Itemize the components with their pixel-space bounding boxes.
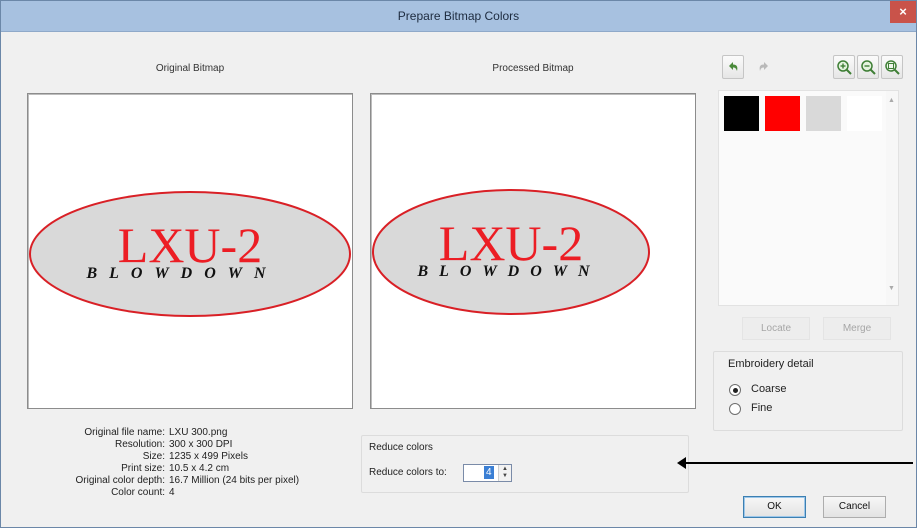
zoom-fit-button[interactable] [881,55,903,79]
info-row: Original color depth: 16.7 Million (24 bi… [23,475,343,487]
spin-up-icon[interactable]: ▲ [502,466,508,472]
redo-icon [759,62,768,71]
color-palette[interactable]: ▲ ▼ [718,90,899,306]
original-bitmap-label: Original Bitmap [155,63,225,74]
zoom-fit-icon [885,60,900,75]
processed-bitmap-label: Processed Bitmap [492,63,574,74]
info-row: Resolution: 300 x 300 DPI [23,439,343,451]
processed-bitmap-pane[interactable]: LXU-2 BLOWDOWN [370,93,696,409]
scroll-down-icon[interactable]: ▼ [888,285,895,292]
dialog-title: Prepare Bitmap Colors [397,9,520,23]
fine-radio-button[interactable] [729,403,741,415]
info-key: Color count: [111,487,165,498]
cancel-button[interactable]: Cancel [823,496,886,518]
info-value: 1235 x 499 Pixels [169,451,248,462]
info-row: Size: 1235 x 499 Pixels [23,451,343,463]
coarse-radio-label[interactable]: Coarse [751,383,786,395]
dialog-window: Prepare Bitmap Colors × Original Bitmap … [0,0,917,528]
spinner-buttons[interactable]: ▲ ▼ [498,465,511,481]
palette-scrollbar[interactable]: ▲ ▼ [886,91,898,305]
reduce-colors-title: Reduce colors [369,442,433,453]
coarse-radio-button[interactable] [729,384,741,396]
info-row: Print size: 10.5 x 4.2 cm [23,463,343,475]
info-key: Original color depth: [75,475,166,486]
zoom-in-icon [837,60,852,75]
info-value: 16.7 Million (24 bits per pixel) [169,475,300,486]
info-value: 10.5 x 4.2 cm [169,463,230,474]
redo-button[interactable] [753,55,775,79]
close-icon: × [899,4,907,19]
color-swatch-black[interactable] [724,96,759,131]
reduce-colors-value[interactable]: 4 [484,466,494,479]
title-bar[interactable]: Prepare Bitmap Colors × [1,1,916,32]
undo-button[interactable] [722,55,744,79]
annotation-arrow-head-icon [677,457,686,469]
info-key: Original file name: [84,427,165,438]
annotation-arrow-line [682,462,913,464]
undo-icon [729,62,738,71]
file-info: Original file name: LXU 300.png Resolutio… [23,427,343,499]
zoom-in-button[interactable] [833,55,855,79]
info-value: 300 x 300 DPI [169,439,233,450]
color-swatch-white[interactable] [847,96,882,131]
embroidery-detail-title: Embroidery detail [728,358,814,370]
color-swatch-gray[interactable] [806,96,841,131]
scroll-up-icon[interactable]: ▲ [888,97,895,104]
radio-selected-dot [732,387,738,393]
logo-sub-text: BLOWDOWN [416,263,600,280]
fine-radio-label[interactable]: Fine [751,402,772,414]
spin-down-icon[interactable]: ▼ [502,473,508,479]
reduce-colors-label: Reduce colors to: [369,467,447,478]
color-swatch-red[interactable] [765,96,800,131]
logo-sub-text: BLOWDOWN [85,265,277,282]
zoom-out-icon [861,60,876,75]
original-bitmap-image: LXU-2 BLOWDOWN [29,191,351,317]
info-key: Print size: [121,463,165,474]
reduce-colors-spinner[interactable]: 4 ▲ ▼ [463,464,512,482]
zoom-out-button[interactable] [857,55,879,79]
processed-bitmap-image: LXU-2 BLOWDOWN [372,189,650,315]
merge-button[interactable]: Merge [823,317,891,340]
info-value: LXU 300.png [169,427,228,438]
ok-button[interactable]: OK [743,496,806,518]
original-bitmap-pane[interactable]: LXU-2 BLOWDOWN [27,93,353,409]
info-value: 4 [169,487,175,498]
info-key: Resolution: [114,439,165,450]
locate-button[interactable]: Locate [742,317,810,340]
info-key: Size: [142,451,165,462]
close-button[interactable]: × [890,1,916,23]
info-row: Color count: 4 [23,487,343,499]
info-row: Original file name: LXU 300.png [23,427,343,439]
